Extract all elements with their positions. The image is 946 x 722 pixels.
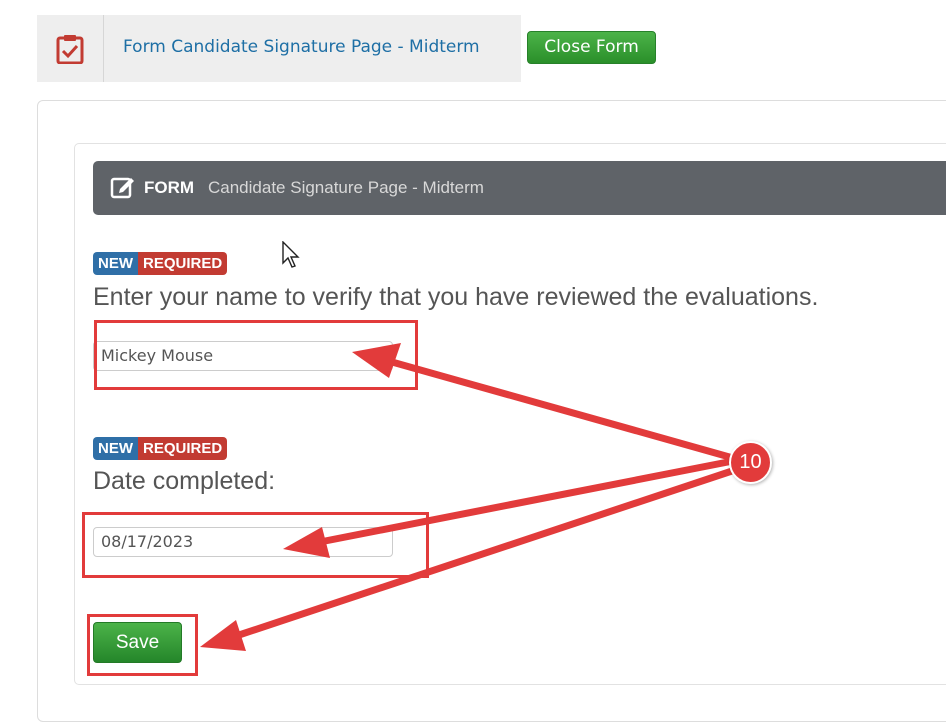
- required-badge: REQUIRED: [138, 252, 228, 275]
- question-2-label: Date completed:: [93, 467, 276, 495]
- page-title[interactable]: Form Candidate Signature Page - Midterm: [123, 37, 480, 57]
- save-button[interactable]: Save: [93, 622, 182, 663]
- question-2-badges: NEW REQUIRED: [93, 437, 228, 460]
- step-number-badge: 10: [729, 441, 772, 484]
- form-panel: [74, 143, 946, 685]
- form-name: Candidate Signature Page - Midterm: [208, 178, 484, 197]
- required-badge: REQUIRED: [138, 437, 228, 460]
- question-1-badges: NEW REQUIRED: [93, 252, 228, 275]
- mouse-cursor-icon: [282, 241, 300, 268]
- new-badge: NEW: [93, 252, 138, 275]
- clipboard-check-icon: [56, 35, 84, 64]
- form-header-bar: Form Candidate Signature Page - Midterm: [37, 15, 521, 82]
- question-1-label: Enter your name to verify that you have …: [93, 283, 819, 311]
- form-label: FORM: [144, 178, 195, 197]
- edit-icon: [110, 177, 134, 199]
- header-icon-cell: [37, 15, 104, 82]
- new-badge: NEW: [93, 437, 138, 460]
- form-title-bar: FORM Candidate Signature Page - Midterm: [93, 161, 946, 215]
- name-input[interactable]: Mickey Mouse: [93, 341, 393, 371]
- close-form-button[interactable]: Close Form: [527, 31, 656, 64]
- date-input[interactable]: 08/17/2023: [93, 527, 393, 557]
